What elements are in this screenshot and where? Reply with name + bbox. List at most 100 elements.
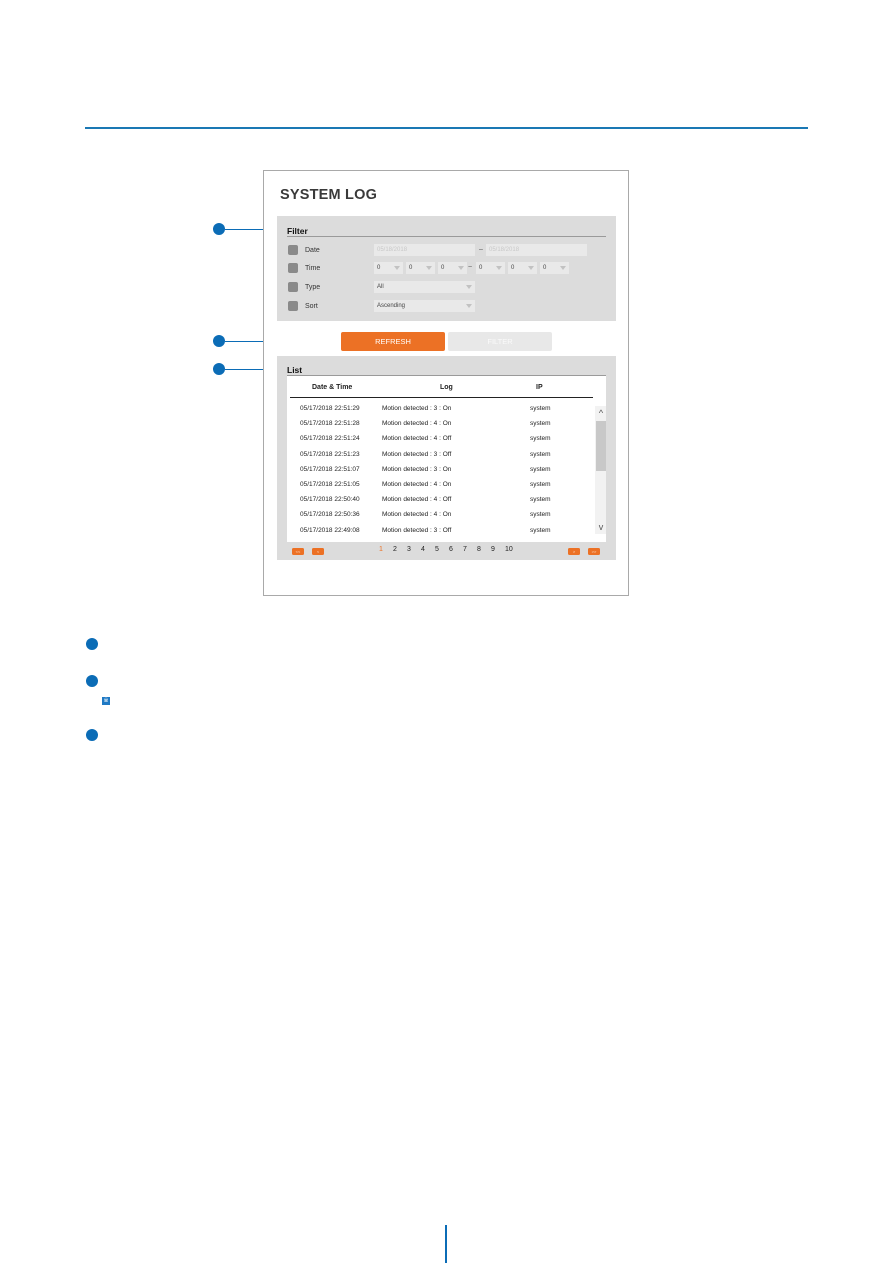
sort-label: Sort	[305, 302, 318, 310]
system-log-window: SYSTEM LOG Filter Date 05/18/2018 – 05/1…	[263, 170, 629, 596]
filter-row-time: Time	[288, 262, 320, 274]
cell-datetime: 05/17/2018 22:49:08	[300, 526, 360, 534]
time-to-hour-select[interactable]: 0	[476, 262, 505, 274]
time-checkbox[interactable]	[288, 263, 298, 273]
type-value: All	[377, 284, 384, 290]
chevron-up-icon[interactable]: ^	[596, 408, 606, 418]
description-marker-1	[86, 638, 98, 650]
next-page-button[interactable]: >	[568, 548, 580, 555]
time-from-hour-select[interactable]: 0	[374, 262, 403, 274]
page-link[interactable]: 7	[463, 546, 467, 553]
time-to-minute-value: 0	[511, 265, 515, 271]
refresh-button[interactable]: REFRESH	[341, 332, 445, 351]
column-header-ip: IP	[536, 384, 543, 391]
time-from-minute-value: 0	[409, 265, 413, 271]
description-marker-2	[86, 675, 98, 687]
table-row: 05/17/2018 22:51:28 Motion detected : 4 :…	[287, 420, 592, 432]
date-from-input[interactable]: 05/18/2018	[374, 244, 475, 256]
table-row: 05/17/2018 22:51:07 Motion detected : 3 :…	[287, 466, 592, 478]
sort-checkbox[interactable]	[288, 301, 298, 311]
column-header-log: Log	[440, 384, 453, 391]
chevron-down-icon	[426, 266, 432, 270]
chevron-down-icon[interactable]: v	[596, 522, 606, 532]
chevron-down-icon	[466, 304, 472, 308]
log-table: Date & Time Log IP 05/17/2018 22:51:29 Mo…	[287, 376, 606, 542]
page-link[interactable]: 1	[379, 546, 383, 553]
callout-marker-3	[213, 363, 225, 375]
sort-select[interactable]: Ascending	[374, 300, 475, 312]
page-link[interactable]: 5	[435, 546, 439, 553]
table-row: 05/17/2018 22:51:23 Motion detected : 3 :…	[287, 451, 592, 463]
time-separator: ~	[468, 264, 473, 271]
last-page-button[interactable]: >>	[588, 548, 600, 555]
cell-ip: system	[530, 420, 551, 428]
page-link[interactable]: 2	[393, 546, 397, 553]
filter-row-date: Date	[288, 244, 320, 256]
prev-page-button[interactable]: <	[312, 548, 324, 555]
time-to-second-value: 0	[543, 265, 547, 271]
page-link[interactable]: 6	[449, 546, 453, 553]
time-from-second-value: 0	[441, 265, 445, 271]
cell-datetime: 05/17/2018 22:51:23	[300, 450, 360, 458]
table-row: 05/17/2018 22:51:05 Motion detected : 4 :…	[287, 481, 592, 493]
time-from-minute-select[interactable]: 0	[406, 262, 435, 274]
column-header-datetime: Date & Time	[312, 384, 353, 391]
filter-row-type: Type	[288, 281, 320, 293]
header-divider	[290, 397, 593, 398]
cell-ip: system	[530, 496, 551, 504]
cell-log: Motion detected : 3 : Off	[382, 526, 452, 534]
cell-ip: system	[530, 405, 551, 412]
page-link[interactable]: 9	[491, 546, 495, 553]
cell-ip: system	[530, 511, 551, 519]
type-checkbox[interactable]	[288, 282, 298, 292]
scrollbar-thumb[interactable]	[596, 421, 606, 471]
time-to-second-select[interactable]: 0	[540, 262, 569, 274]
filter-row-sort: Sort	[288, 300, 318, 312]
type-select[interactable]: All	[374, 281, 475, 293]
filter-panel: Filter Date 05/18/2018 – 05/18/2018 Time…	[277, 216, 616, 321]
cell-ip: system	[530, 435, 551, 443]
filter-divider	[287, 236, 606, 237]
cell-ip: system	[530, 526, 551, 534]
cell-log: Motion detected : 4 : Off	[382, 435, 452, 443]
cell-log: Motion detected : 4 : On	[382, 511, 452, 519]
time-to-minute-select[interactable]: 0	[508, 262, 537, 274]
table-row: 05/17/2018 22:51:29 Motion detected : 3 :…	[287, 405, 592, 417]
cell-log: Motion detected : 4 : On	[382, 420, 452, 428]
note-icon: ※	[102, 697, 110, 705]
page-link[interactable]: 4	[421, 546, 425, 553]
filter-button[interactable]: FILTER	[448, 332, 552, 351]
time-label: Time	[305, 264, 321, 272]
date-separator: –	[479, 246, 483, 253]
cell-datetime: 05/17/2018 22:51:07	[300, 465, 360, 473]
cell-ip: system	[530, 481, 551, 488]
cell-log: Motion detected : 3 : On	[382, 465, 452, 473]
date-to-input[interactable]: 05/18/2018	[486, 244, 587, 256]
pagination: << < 1 2 3 4 5 6 7 8 9 10 > >>	[277, 546, 616, 558]
chevron-down-icon	[528, 266, 534, 270]
cell-log: Motion detected : 3 : On	[382, 405, 452, 412]
list-panel: List Date & Time Log IP 05/17/2018 22:51…	[277, 356, 616, 560]
cell-datetime: 05/17/2018 22:50:36	[300, 511, 360, 519]
table-row: 05/17/2018 22:49:08 Motion detected : 3 :…	[287, 527, 592, 539]
page-link[interactable]: 3	[407, 546, 411, 553]
page-link[interactable]: 10	[505, 546, 513, 553]
date-checkbox[interactable]	[288, 245, 298, 255]
sort-value: Ascending	[377, 303, 406, 309]
scrollbar[interactable]: ^ v	[595, 406, 606, 534]
cell-datetime: 05/17/2018 22:51:05	[300, 481, 360, 488]
page-link[interactable]: 8	[477, 546, 481, 553]
cell-log: Motion detected : 3 : Off	[382, 450, 452, 458]
chevron-down-icon	[560, 266, 566, 270]
table-row: 05/17/2018 22:50:40 Motion detected : 4 :…	[287, 496, 592, 508]
page-title: SYSTEM LOG	[280, 187, 378, 203]
first-page-button[interactable]: <<	[292, 548, 304, 555]
type-label: Type	[305, 283, 321, 291]
page-footer-bar	[445, 1225, 447, 1263]
chevron-down-icon	[458, 266, 464, 270]
table-row: 05/17/2018 22:50:36 Motion detected : 4 :…	[287, 511, 592, 523]
time-from-second-select[interactable]: 0	[438, 262, 467, 274]
cell-ip: system	[530, 450, 551, 458]
cell-log: Motion detected : 4 : On	[382, 481, 452, 488]
chevron-down-icon	[466, 285, 472, 289]
